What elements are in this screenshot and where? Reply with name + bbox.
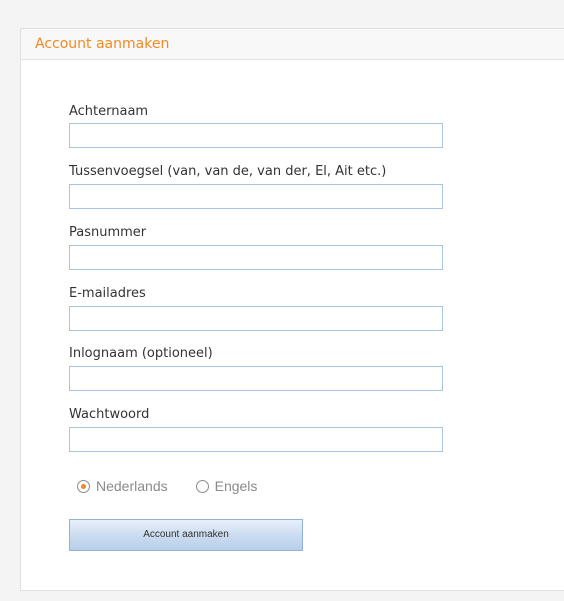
card-number-label: Pasnummer (69, 225, 147, 240)
language-option-engels[interactable]: Engels (195, 478, 258, 494)
lastname-label: Achternaam (69, 104, 149, 119)
account-panel: Account aanmaken Achternaam Tussenvoegse… (20, 28, 564, 591)
language-option-nederlands[interactable]: Nederlands (77, 478, 168, 494)
password-input[interactable] (69, 427, 443, 452)
radio-selected-icon[interactable] (77, 479, 90, 493)
username-input[interactable] (69, 366, 443, 391)
language-option-label: Nederlands (96, 478, 168, 494)
card-number-input[interactable] (69, 245, 443, 270)
email-label: E-mailadres (69, 286, 146, 301)
language-option-label: Engels (214, 478, 258, 494)
lastname-input[interactable] (69, 123, 443, 148)
username-label: Inlognaam (optioneel) (69, 346, 213, 361)
language-radio-group: Nederlands Engels (77, 478, 257, 494)
password-label: Wachtwoord (69, 407, 150, 422)
radio-dot-icon (81, 483, 86, 489)
create-account-button[interactable]: Account aanmaken (69, 519, 303, 551)
radio-unselected-icon[interactable] (195, 479, 209, 493)
email-input[interactable] (69, 306, 443, 331)
panel-title: Account aanmaken (21, 29, 564, 60)
prefix-input[interactable] (69, 184, 443, 209)
prefix-label: Tussenvoegsel (van, van de, van der, El,… (69, 164, 387, 179)
